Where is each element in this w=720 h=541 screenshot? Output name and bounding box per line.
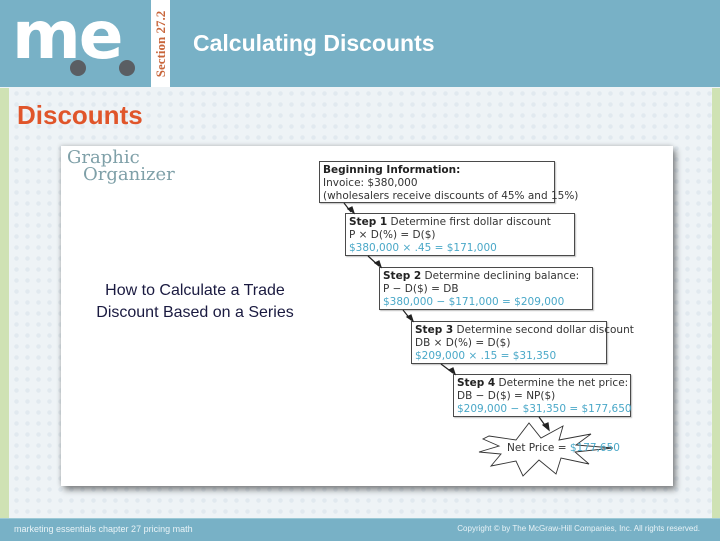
step-label: Step 1	[349, 216, 388, 228]
logo-dot	[70, 60, 86, 76]
step-formula: DB × D(%) = D($)	[415, 337, 511, 349]
slide-heading: Discounts	[17, 100, 143, 130]
step-box: Step 3 Determine second dollar discount …	[411, 321, 634, 364]
net-price-result: Net Price = $177,650	[507, 442, 620, 454]
section-tab: Section 27.2	[151, 0, 170, 87]
step-box: Step 4 Determine the net price: DB − D($…	[453, 374, 632, 417]
arrow-connector	[402, 309, 412, 321]
step-calc: $380,000 − $171,000 = $209,000	[383, 296, 565, 308]
footer-bar: marketing essentials chapter 27 pricing …	[0, 518, 720, 541]
arrow-connector	[538, 416, 548, 429]
graphic-label-line2: Organizer	[83, 164, 175, 185]
step-label: Step 2	[383, 270, 422, 282]
step-label: Step 3	[415, 324, 454, 336]
footer-copyright: Copyright © by The McGraw-Hill Companies…	[457, 524, 700, 533]
header-bar: me Section 27.2 Calculating Discounts	[0, 0, 720, 87]
arrow-connector	[367, 255, 380, 267]
step-formula: P × D(%) = D($)	[349, 229, 436, 241]
step-box: Step 2 Determine declining balance: P − …	[379, 267, 593, 310]
step-calc: $209,000 − $31,350 = $177,650	[457, 403, 632, 415]
logo-dot	[119, 60, 135, 76]
graphic-organizer-panel: Graphic Organizer How to Calculate a Tra…	[61, 146, 673, 486]
section-label: Section 27.2	[152, 10, 168, 77]
step-formula: DB − D($) = NP($)	[457, 390, 556, 402]
arrow-connector	[343, 202, 352, 213]
step-calc: $380,000 × .45 = $171,000	[349, 242, 497, 254]
footer-course-label: marketing essentials chapter 27 pricing …	[14, 524, 193, 534]
step-calc: $209,000 × .15 = $31,350	[415, 350, 557, 362]
step-formula: P − D($) = DB	[383, 283, 459, 295]
step-text: Determine declining balance:	[424, 270, 580, 282]
beginning-title: Beginning Information:	[323, 164, 461, 176]
page-title: Calculating Discounts	[193, 30, 435, 56]
graphic-organizer-label: Graphic Organizer	[67, 149, 175, 185]
beginning-line1: Invoice: $380,000	[323, 177, 418, 189]
left-accent-strip	[0, 88, 9, 518]
net-price-value: $177,650	[569, 442, 620, 454]
me-logo: me	[8, 0, 148, 78]
beginning-line2: (wholesalers receive discounts of 45% an…	[323, 190, 579, 202]
right-accent-strip	[712, 88, 720, 518]
step-text: Determine first dollar discount	[390, 216, 551, 228]
step-label: Step 4	[457, 377, 496, 389]
net-price-label: Net Price =	[507, 442, 567, 454]
arrowhead-icon	[541, 422, 550, 432]
organizer-caption: How to Calculate a Trade Discount Based …	[96, 282, 294, 321]
step-text: Determine the net price:	[498, 377, 629, 389]
arrow-connector	[440, 363, 454, 374]
step-text: Determine second dollar discount	[456, 324, 634, 336]
step-box: Step 1 Determine first dollar discount P…	[345, 213, 575, 256]
logo-text: me	[12, 0, 124, 74]
beginning-info-box: Beginning Information: Invoice: $380,000…	[319, 161, 578, 203]
